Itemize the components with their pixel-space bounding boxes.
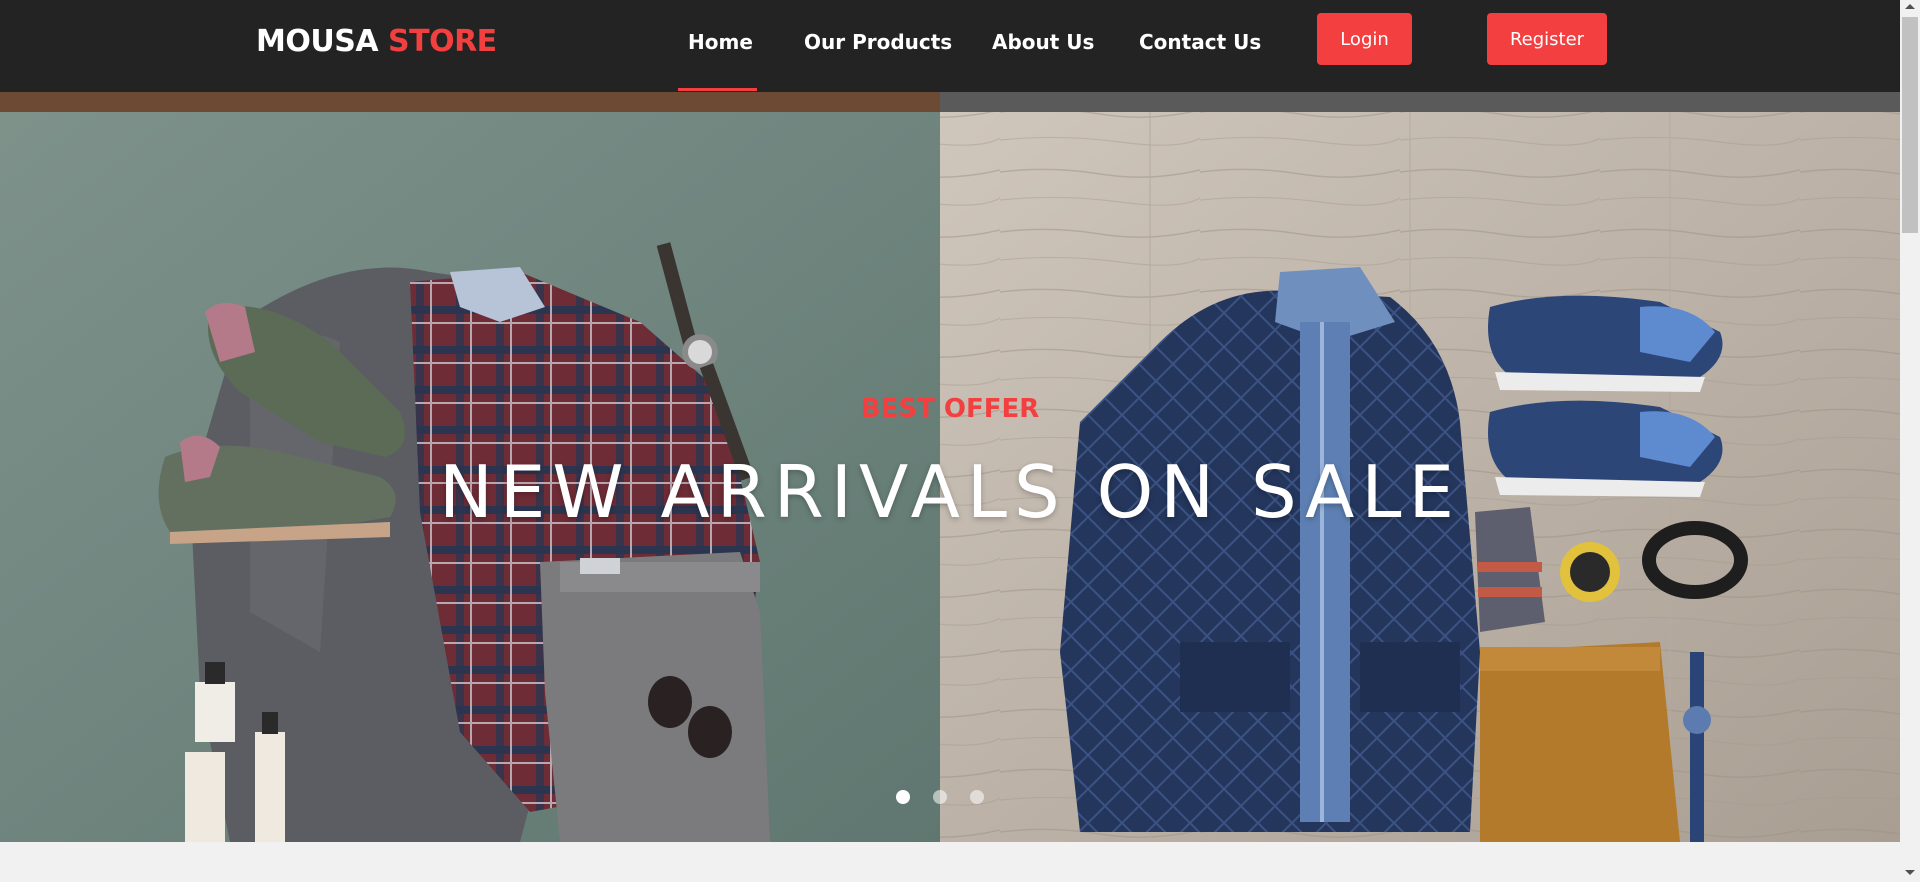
hero-caption: BEST OFFER NEW ARRIVALS ON SALE (0, 92, 1900, 842)
hero-offer-label: BEST OFFER (860, 394, 1040, 424)
scroll-up-arrow-icon[interactable] (1905, 4, 1915, 9)
navbar: MOUSA STORE Home Our Products About Us C… (0, 0, 1900, 92)
page-content-area (0, 842, 1900, 882)
carousel-indicator-1[interactable] (896, 790, 910, 804)
brand-logo[interactable]: MOUSA STORE (256, 24, 497, 59)
carousel-indicator-2[interactable] (933, 790, 947, 804)
brand-name-primary: MOUSA (256, 24, 379, 59)
active-nav-indicator (678, 88, 757, 91)
scrollbar-thumb[interactable] (1902, 17, 1918, 233)
nav-link-home[interactable]: Home (688, 30, 753, 54)
hero-carousel[interactable]: BEST OFFER NEW ARRIVALS ON SALE (0, 92, 1900, 842)
nav-link-contact-us[interactable]: Contact Us (1139, 30, 1261, 54)
nav-link-about-us[interactable]: About Us (992, 30, 1094, 54)
brand-name-accent: STORE (388, 24, 497, 59)
login-button[interactable]: Login (1317, 13, 1412, 65)
register-button[interactable]: Register (1487, 13, 1607, 65)
nav-link-our-products[interactable]: Our Products (804, 30, 952, 54)
carousel-indicator-3[interactable] (970, 790, 984, 804)
hero-title: NEW ARRIVALS ON SALE (439, 450, 1461, 534)
vertical-scrollbar[interactable] (1900, 0, 1920, 882)
scroll-down-arrow-icon[interactable] (1905, 870, 1915, 875)
